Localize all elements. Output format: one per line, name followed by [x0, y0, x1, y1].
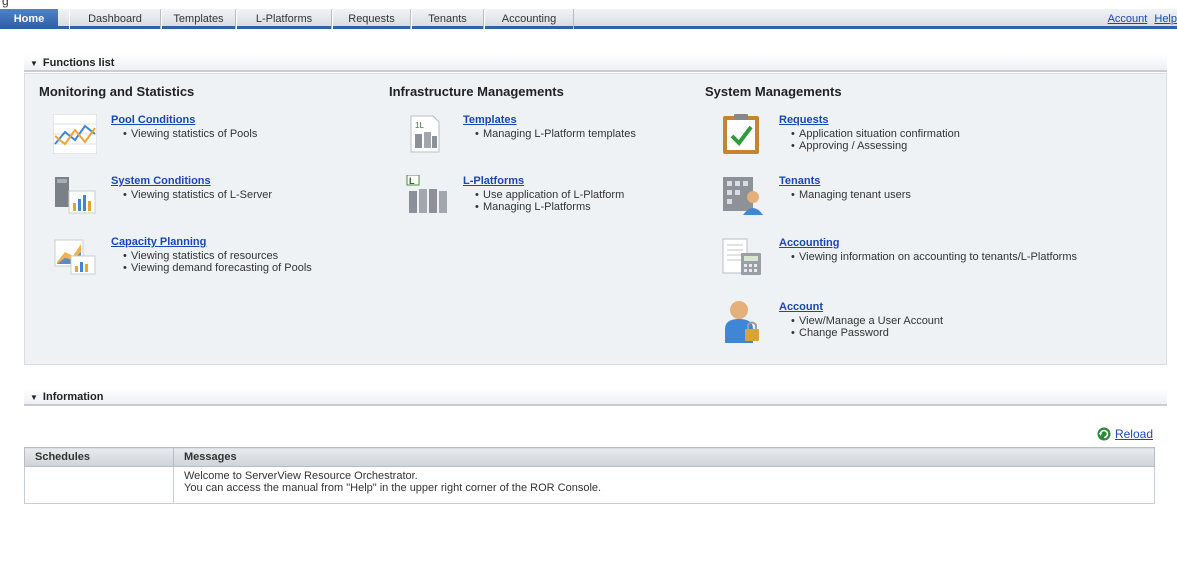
table-header-row: Schedules Messages: [24, 447, 1155, 467]
clipboard-check-icon[interactable]: [721, 112, 765, 156]
l-platform-servers-icon[interactable]: L: [405, 175, 449, 215]
bullet-text: View/Manage a User Account: [779, 315, 943, 327]
bullet-text: Use application of L-Platform: [463, 189, 624, 201]
bullet-text: Managing tenant users: [779, 189, 911, 201]
table-row: Welcome to ServerView Resource Orchestra…: [24, 466, 1155, 504]
reload-control: Reload: [1097, 427, 1153, 441]
help-link[interactable]: Help: [1154, 13, 1177, 25]
column-title-monitoring: Monitoring and Statistics: [39, 84, 195, 99]
svg-text:1L: 1L: [415, 121, 424, 130]
pool-conditions-link[interactable]: Pool Conditions: [111, 114, 195, 126]
functions-list-title: Functions list: [42, 57, 115, 69]
functions-list-header[interactable]: ▼ Functions list: [24, 54, 1167, 72]
column-title-system: System Managements: [705, 84, 842, 99]
capacity-planning-link[interactable]: Capacity Planning: [111, 236, 206, 248]
reload-icon[interactable]: [1097, 427, 1111, 441]
collapse-triangle-icon[interactable]: ▼: [30, 393, 38, 402]
system-conditions-link[interactable]: System Conditions: [111, 175, 211, 187]
reload-link[interactable]: Reload: [1115, 427, 1153, 441]
bullet-text: Application situation confirmation: [779, 128, 960, 140]
column-header-schedules[interactable]: Schedules: [24, 447, 174, 467]
tab-home[interactable]: Home: [0, 9, 58, 29]
capacity-chart-icon[interactable]: [53, 236, 97, 276]
account-link[interactable]: Account: [1108, 13, 1148, 25]
accounting-link[interactable]: Accounting: [779, 237, 840, 249]
schedule-cell: [24, 466, 174, 504]
bullet-text: Change Password: [779, 327, 943, 339]
tab-l-platforms[interactable]: L-Platforms: [236, 9, 332, 29]
bullet-text: Viewing demand forecasting of Pools: [111, 262, 312, 274]
top-right-links: Account Help: [1104, 9, 1177, 29]
bullet-text: Viewing statistics of L-Server: [111, 189, 272, 201]
account-function-link[interactable]: Account: [779, 301, 823, 313]
templates-link[interactable]: Templates: [463, 114, 517, 126]
top-navigation-bar: Home Dashboard Templates L-Platforms Req…: [0, 9, 1177, 29]
server-bar-chart-icon[interactable]: [53, 175, 97, 215]
column-header-messages[interactable]: Messages: [173, 447, 1155, 467]
tab-templates[interactable]: Templates: [161, 9, 236, 29]
message-line: You can access the manual from "Help" in…: [184, 482, 602, 494]
top-text-fragment: g: [2, 0, 9, 8]
message-line: Welcome to ServerView Resource Orchestra…: [184, 470, 418, 482]
message-cell: Welcome to ServerView Resource Orchestra…: [173, 466, 1155, 504]
user-lock-icon[interactable]: [721, 299, 765, 343]
svg-text:L: L: [409, 176, 415, 186]
bullet-text: Viewing statistics of resources: [111, 250, 312, 262]
bullet-text: Managing L-Platform templates: [463, 128, 636, 140]
information-title: Information: [42, 391, 104, 403]
tenants-link[interactable]: Tenants: [779, 175, 820, 187]
information-table: Schedules Messages Welcome to ServerView…: [24, 447, 1155, 504]
calculator-document-icon[interactable]: [721, 237, 765, 277]
tab-accounting[interactable]: Accounting: [484, 9, 574, 29]
tab-dashboard[interactable]: Dashboard: [69, 9, 161, 29]
functions-panel: Monitoring and Statistics Infrastructure…: [24, 73, 1167, 365]
building-user-icon[interactable]: [721, 175, 765, 215]
column-title-infrastructure: Infrastructure Managements: [389, 84, 564, 99]
information-header[interactable]: ▼ Information: [24, 388, 1167, 406]
bullet-text: Approving / Assessing: [779, 140, 960, 152]
bullet-text: Managing L-Platforms: [463, 201, 624, 213]
requests-link[interactable]: Requests: [779, 114, 829, 126]
tab-requests[interactable]: Requests: [332, 9, 411, 29]
chart-line-icon[interactable]: [53, 114, 97, 154]
tab-tenants[interactable]: Tenants: [411, 9, 484, 29]
bullet-text: Viewing information on accounting to ten…: [779, 251, 1077, 263]
collapse-triangle-icon[interactable]: ▼: [30, 59, 38, 68]
l-platforms-link[interactable]: L-Platforms: [463, 175, 524, 187]
template-document-icon[interactable]: 1L: [405, 114, 449, 154]
bullet-text: Viewing statistics of Pools: [111, 128, 257, 140]
